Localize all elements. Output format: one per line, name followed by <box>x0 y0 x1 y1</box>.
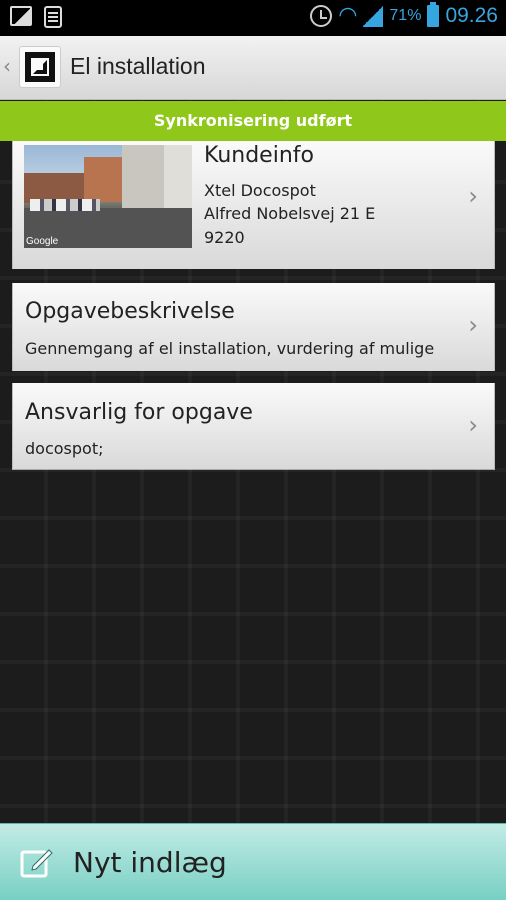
clock: 09.26 <box>445 4 498 27</box>
responsible-card[interactable]: Ansvarlig for opgave docospot; › <box>12 383 495 470</box>
location-thumbnail: Google <box>24 145 192 248</box>
customer-postal-code: 9220 <box>204 228 245 247</box>
responsible-title: Ansvarlig for opgave <box>25 400 253 425</box>
wifi-icon: ◠ <box>338 3 358 28</box>
task-description-title: Opgavebeskrivelse <box>25 299 235 324</box>
status-bar: ◠ 71% 09.26 <box>0 0 506 36</box>
battery-percent: 71% <box>389 7 422 24</box>
chevron-left-icon: ‹ <box>3 54 11 78</box>
notification-icons <box>10 6 62 28</box>
customer-name: Xtel Docospot <box>204 181 316 200</box>
alarm-icon <box>310 5 333 27</box>
customer-info-card[interactable]: Google Kundeinfo Xtel Docospot Alfred No… <box>12 141 495 269</box>
chevron-right-icon: › <box>468 182 478 210</box>
new-entry-button[interactable]: Nyt indlæg <box>0 823 506 900</box>
back-button[interactable]: ‹ <box>0 36 64 100</box>
page-title: El installation <box>70 53 206 79</box>
task-description-card[interactable]: Opgavebeskrivelse Gennemgang af el insta… <box>12 283 495 371</box>
signal-icon <box>363 5 384 27</box>
picture-icon <box>10 6 32 26</box>
chevron-right-icon: › <box>468 311 478 339</box>
system-icons: ◠ 71% 09.26 <box>310 2 498 28</box>
task-description-text: Gennemgang af el installation, vurdering… <box>25 339 435 358</box>
new-entry-label: Nyt indlæg <box>73 846 227 879</box>
action-bar: ‹ El installation <box>0 36 506 100</box>
customer-address: Alfred Nobelsvej 21 E <box>204 204 376 223</box>
battery-icon <box>427 2 440 27</box>
responsible-value: docospot; <box>25 439 104 458</box>
sync-status-banner: Synkronisering udført <box>0 101 506 141</box>
map-watermark: Google <box>26 236 59 247</box>
app-logo-icon <box>19 46 61 88</box>
customer-heading: Kundeinfo <box>204 143 314 168</box>
edit-icon <box>20 849 53 878</box>
chevron-right-icon: › <box>468 411 478 439</box>
notes-icon <box>44 6 62 28</box>
